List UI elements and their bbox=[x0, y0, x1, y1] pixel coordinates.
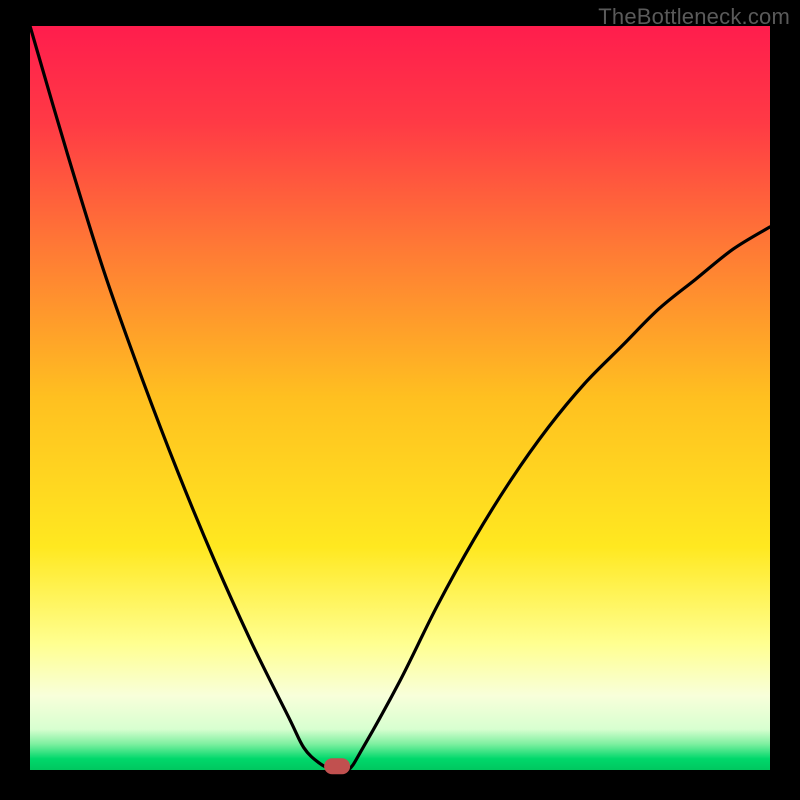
bottleneck-chart: TheBottleneck.com bbox=[0, 0, 800, 800]
chart-svg bbox=[0, 0, 800, 800]
watermark-text: TheBottleneck.com bbox=[598, 4, 790, 30]
